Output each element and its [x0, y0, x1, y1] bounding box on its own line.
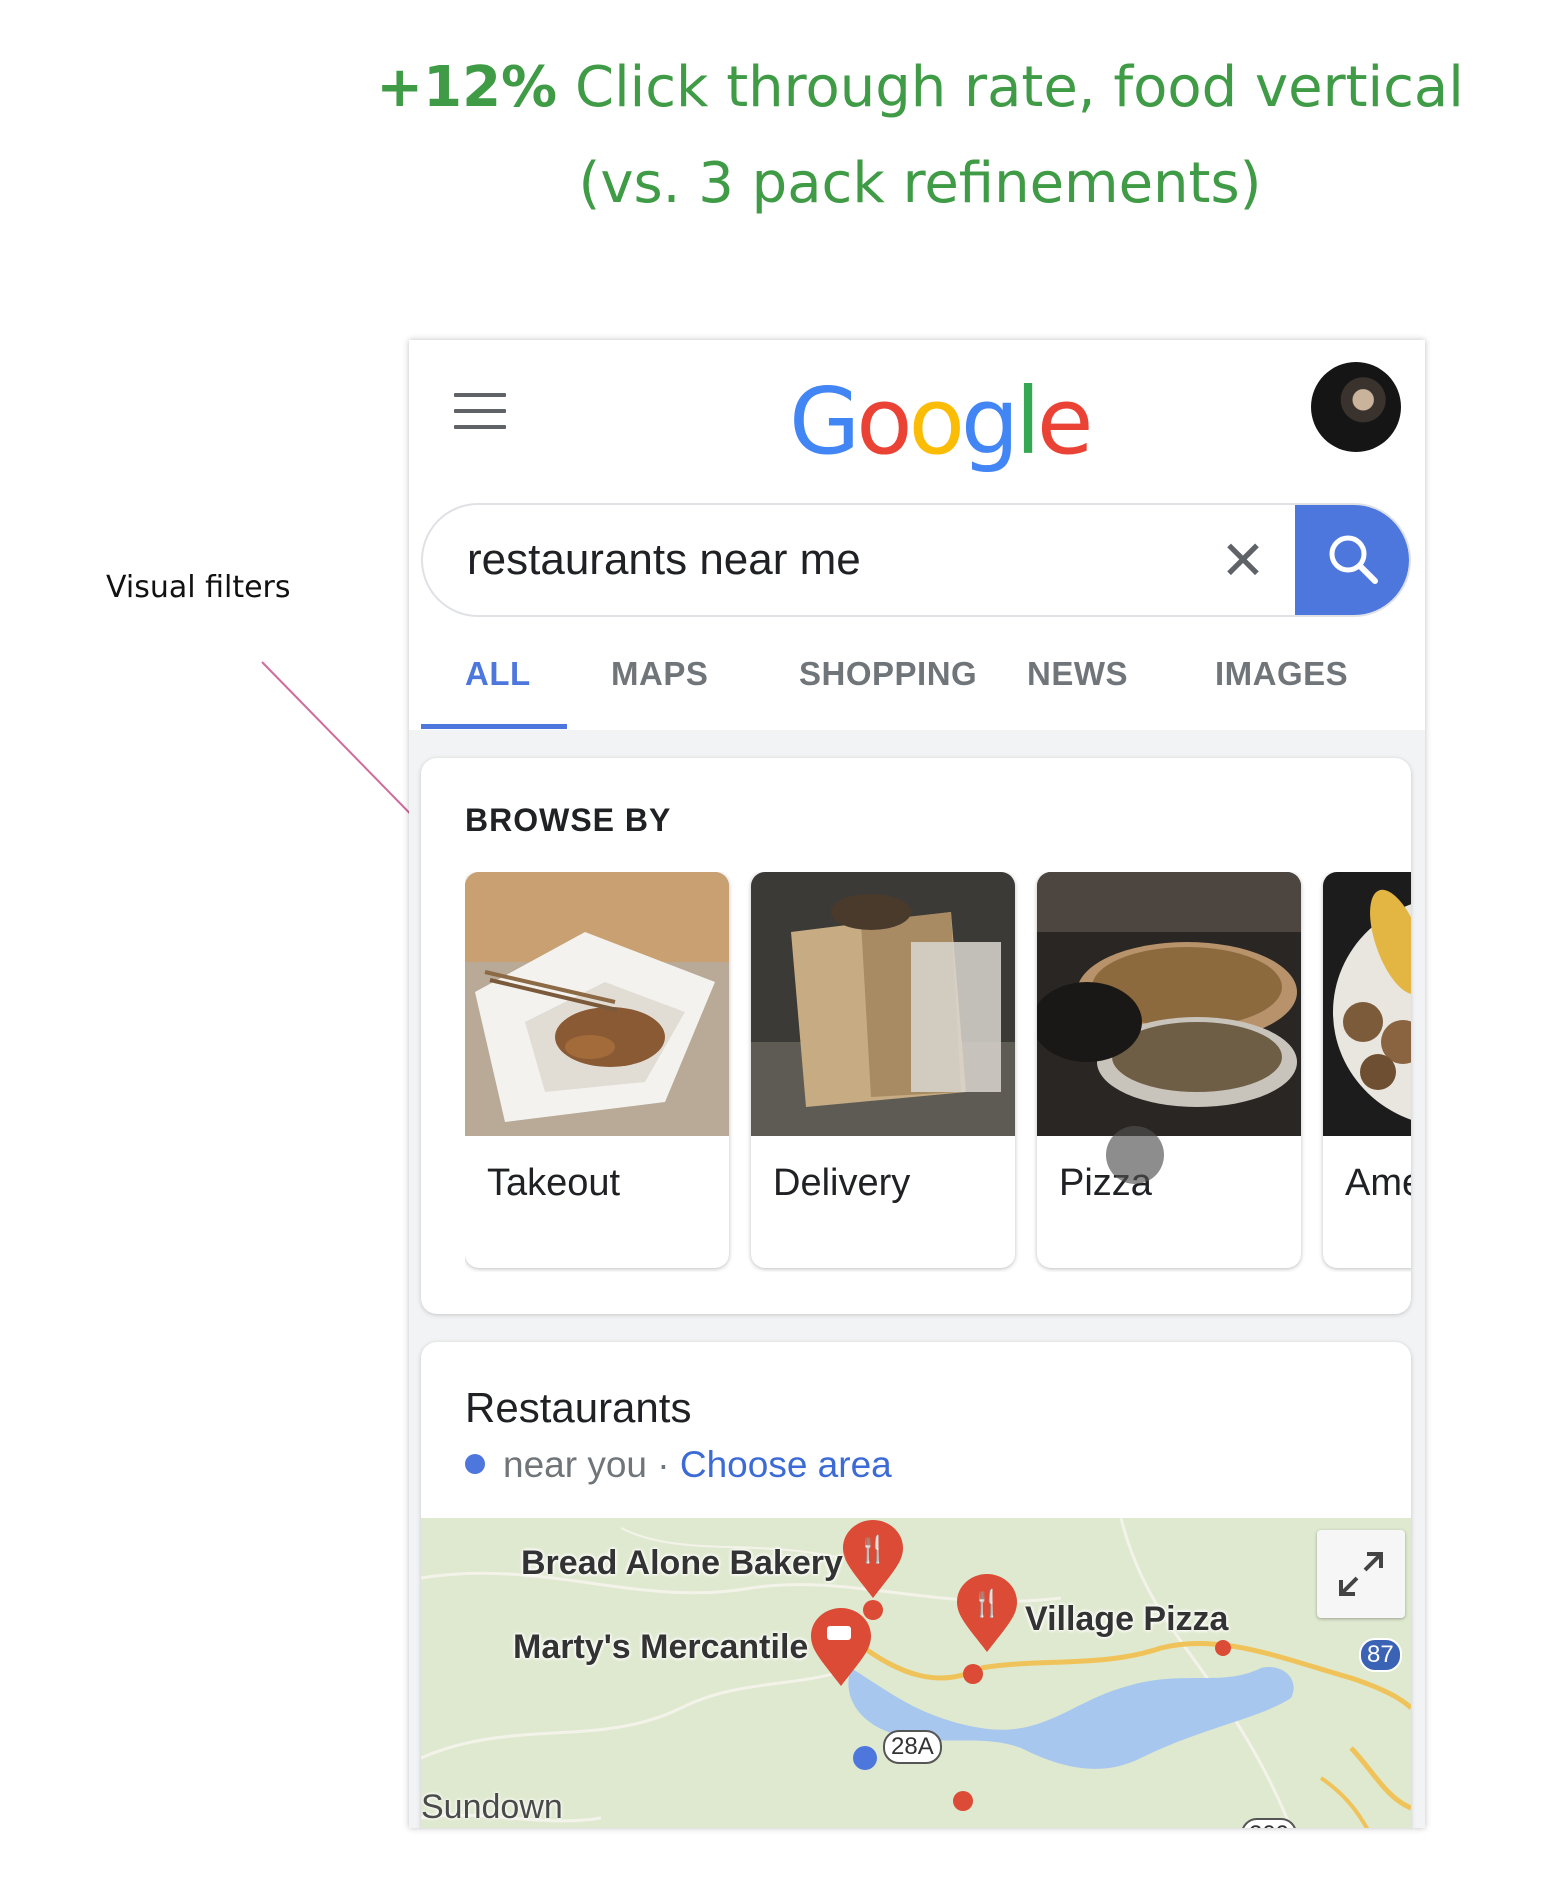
search-tabs: ALL MAPS SHOPPING NEWS IMAGES: [421, 640, 1425, 730]
tab-images[interactable]: IMAGES: [1215, 655, 1348, 693]
delivery-photo: [751, 872, 1015, 1136]
map-place-sundown: Sundown: [421, 1788, 563, 1826]
filter-label: Delivery: [773, 1162, 911, 1204]
svg-text:🍴: 🍴: [857, 1534, 889, 1565]
location-row: near you · Choose area: [465, 1444, 892, 1486]
search-icon: [1329, 535, 1378, 584]
browse-by-title: BROWSE BY: [465, 802, 672, 838]
route-shield-87: 87: [1359, 1638, 1402, 1672]
google-logo[interactable]: Google: [789, 368, 1094, 475]
browse-by-card: BROWSE BY Takeout Delivery Pizza Am: [421, 758, 1411, 1314]
current-location-dot-icon: [853, 1746, 877, 1770]
headline: +12% Click through rate, food vertical (…: [300, 40, 1540, 232]
cafe-pin-icon: [811, 1608, 871, 1686]
tab-news[interactable]: NEWS: [1027, 655, 1128, 693]
choose-area-link[interactable]: Choose area: [680, 1444, 892, 1485]
restaurants-title: Restaurants: [465, 1384, 692, 1431]
search-input[interactable]: restaurants near me ✕: [421, 503, 1411, 617]
mobile-search-screenshot: Google restaurants near me ✕ ALL MAPS SH…: [409, 340, 1425, 1828]
search-header: Google restaurants near me ✕ ALL MAPS SH…: [409, 340, 1425, 730]
map-label-bread-alone[interactable]: Bread Alone Bakery: [521, 1544, 843, 1583]
tab-all[interactable]: ALL: [465, 655, 531, 693]
svg-text:🍴: 🍴: [971, 1588, 1003, 1619]
map-dot-icon: [953, 1791, 973, 1811]
map-dot-icon: [1215, 1640, 1231, 1656]
active-tab-indicator: [421, 724, 567, 729]
near-you-text: near you ·: [503, 1444, 680, 1485]
bakery-pin-icon: 🍴: [843, 1520, 903, 1598]
filter-label: Amer: [1345, 1162, 1411, 1204]
logo-letter: o: [908, 368, 965, 475]
search-query-text[interactable]: restaurants near me: [467, 535, 861, 585]
tab-maps[interactable]: MAPS: [611, 655, 708, 693]
pizza-photo: [1037, 872, 1301, 1136]
route-shield-209: 209: [1241, 1818, 1298, 1828]
headline-line-1: +12% Click through rate, food vertical: [300, 40, 1540, 136]
restaurants-card: Restaurants near you · Choose area �: [421, 1342, 1411, 1828]
logo-letter: l: [1015, 368, 1040, 475]
tab-shopping[interactable]: SHOPPING: [799, 655, 977, 693]
map-dot-icon: [963, 1664, 983, 1684]
clear-icon[interactable]: ✕: [1213, 531, 1273, 591]
logo-letter: e: [1036, 368, 1094, 475]
annotation-label: Visual filters: [106, 570, 291, 605]
map-label-village-pizza[interactable]: Village Pizza: [1025, 1600, 1228, 1639]
headline-stat: +12%: [376, 55, 558, 120]
map-label-martys[interactable]: Marty's Mercantile: [513, 1628, 808, 1667]
filter-label: Takeout: [487, 1162, 621, 1204]
headline-line-2: (vs. 3 pack refinements): [578, 151, 1262, 216]
touch-indicator: [1106, 1126, 1164, 1184]
expand-icon: [1339, 1552, 1383, 1596]
profile-avatar[interactable]: [1311, 362, 1401, 452]
location-dot-icon: [465, 1454, 485, 1474]
filter-tile-pizza[interactable]: Pizza: [1037, 872, 1301, 1268]
pizza-pin-icon: 🍴: [957, 1574, 1017, 1652]
headline-line-1-text: Click through rate, food vertical: [557, 55, 1464, 120]
map-dot-icon: [863, 1600, 883, 1620]
filter-tile-takeout[interactable]: Takeout: [465, 872, 729, 1268]
logo-letter: G: [789, 368, 860, 475]
logo-letter: g: [960, 368, 1019, 475]
browse-filter-carousel[interactable]: Takeout Delivery Pizza Am: [465, 872, 1411, 1272]
logo-letter: o: [856, 368, 912, 475]
map-expand-button[interactable]: [1317, 1530, 1405, 1618]
route-shield-28a: 28A: [883, 1730, 942, 1764]
filter-tile-delivery[interactable]: Delivery: [751, 872, 1015, 1268]
restaurants-map[interactable]: 🍴 🍴 Bread Alone Bakery Marty's Mercantil…: [421, 1518, 1411, 1828]
takeout-photo: [465, 872, 729, 1136]
hamburger-menu-icon[interactable]: [454, 393, 506, 429]
american-food-photo: [1323, 872, 1411, 1136]
search-button[interactable]: [1295, 505, 1409, 615]
filter-tile-american[interactable]: Amer: [1323, 872, 1411, 1268]
